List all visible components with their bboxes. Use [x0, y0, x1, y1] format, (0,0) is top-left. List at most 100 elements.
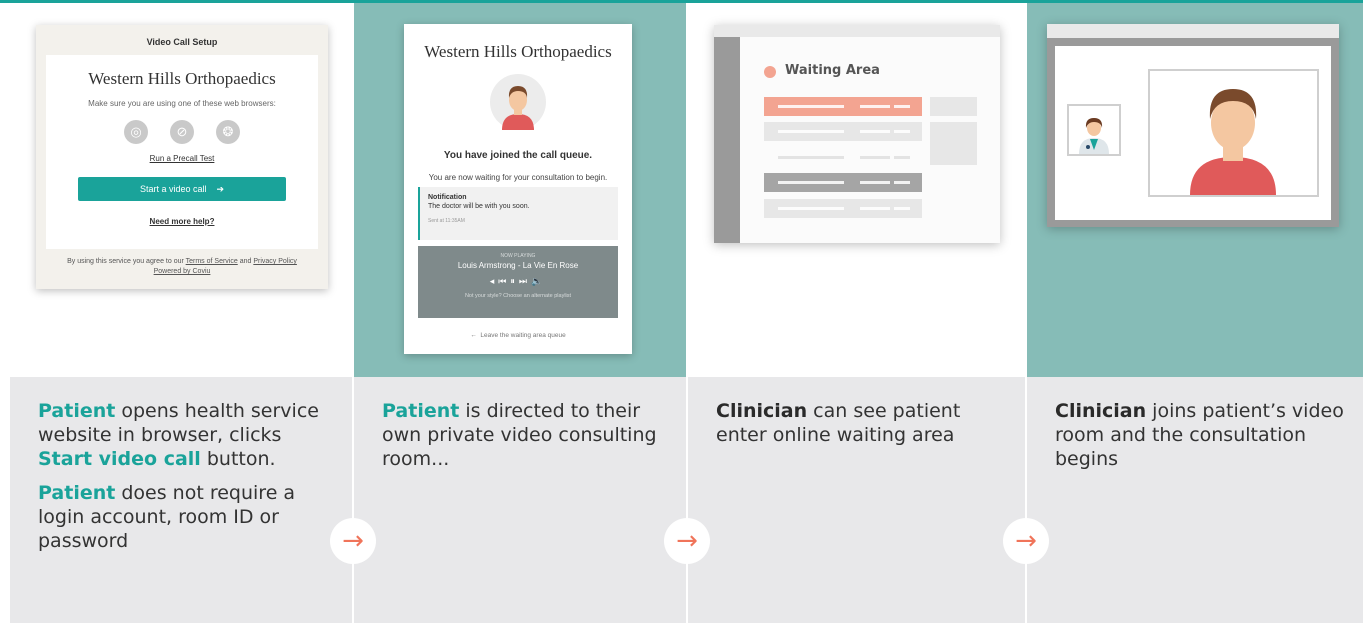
notification-time: Sent at 11:35AM [428, 218, 465, 224]
step-3-illustration: Waiting Area [688, 3, 1025, 377]
step-panel-2: Western Hills Orthopaedics You have join… [354, 3, 686, 623]
video-call-setup-card: Video Call Setup Western Hills Orthopaed… [36, 25, 328, 289]
row-line [894, 207, 910, 210]
row-line [860, 181, 890, 184]
step-4-caption-area: Clinician joins patient’s video room and… [1027, 377, 1363, 623]
safari-icon: ⊘ [170, 120, 194, 144]
skip-forward-icon[interactable]: ⏭ [519, 276, 531, 286]
side-panel-box [930, 122, 977, 165]
card-body: Western Hills Orthopaedics Make sure you… [46, 55, 318, 249]
browser-list: ◎ ⊘ ❂ [46, 120, 318, 144]
caption-keyword: Patient [38, 482, 116, 504]
caption-text: button. [200, 448, 276, 470]
leave-queue-link[interactable]: ← Leave the waiting area queue [404, 332, 632, 339]
clinic-name: Western Hills Orthopaedics [88, 69, 276, 88]
next-step-arrow-icon: → [330, 518, 376, 564]
patient-row[interactable] [764, 199, 922, 218]
skip-back-icon[interactable]: ⏮ [498, 276, 510, 286]
waiting-message: You are now waiting for your consultatio… [428, 173, 608, 182]
row-line [860, 105, 890, 108]
step-panel-1: Video Call Setup Western Hills Orthopaed… [10, 3, 352, 623]
caption-keyword: Start video call [38, 448, 201, 470]
patient-row[interactable] [764, 148, 922, 167]
row-line [778, 181, 844, 184]
music-player: NOW PLAYING Louis Armstrong - La Vie En … [418, 246, 618, 318]
chrome-icon: ◎ [124, 120, 148, 144]
prev-track-icon[interactable]: ◂ [490, 276, 499, 286]
row-line [894, 181, 910, 184]
joined-queue-title: You have joined the call queue. [443, 150, 593, 161]
patient-row[interactable] [764, 122, 922, 141]
step-4-illustration [1027, 3, 1363, 377]
patient-row-selected[interactable] [764, 173, 922, 192]
step-1-caption: Patient opens health service website in … [38, 399, 336, 563]
step-2-caption-area: Patient is directed to their own private… [354, 377, 686, 623]
browsers-instruction: Make sure you are using one of these web… [88, 99, 276, 108]
song-title: Louis Armstrong - La Vie En Rose [457, 261, 579, 270]
need-help-link[interactable]: Need more help? [46, 217, 318, 226]
start-video-call-button[interactable]: Start a video call ➔ [78, 177, 286, 201]
screen-sidebar [714, 37, 740, 243]
player-controls: ◂⏮⏸⏭🔈 [418, 276, 618, 287]
row-line [778, 105, 844, 108]
browser-bar [714, 25, 1000, 37]
caption-keyword: Clinician [1055, 400, 1147, 422]
row-line [860, 130, 890, 133]
step-1-illustration: Video Call Setup Western Hills Orthopaed… [10, 3, 352, 377]
start-video-call-label: Start a video call [139, 184, 207, 194]
patient-avatar-icon [502, 86, 534, 130]
now-playing-label: NOW PLAYING [500, 253, 536, 259]
row-line [894, 156, 910, 159]
patient-video-avatar-icon [1190, 89, 1276, 195]
privacy-link[interactable]: Privacy Policy [253, 258, 297, 265]
playlist-prompt[interactable]: Not your style? Choose an alternate play… [418, 293, 618, 299]
status-dot-icon [764, 66, 776, 78]
browser-bar [1047, 24, 1339, 38]
row-line [778, 156, 844, 159]
card-header: Video Call Setup [146, 37, 218, 47]
next-step-arrow-icon: → [1003, 518, 1049, 564]
row-line [894, 105, 910, 108]
pause-icon[interactable]: ⏸ [510, 276, 519, 286]
row-line [860, 207, 890, 210]
notification-title: Notification [428, 194, 467, 201]
leave-queue-label: Leave the waiting area queue [480, 332, 566, 339]
volume-icon[interactable]: 🔈 [531, 276, 546, 286]
side-panel-box [930, 97, 977, 116]
terms-link[interactable]: Terms of Service [186, 258, 238, 265]
next-step-arrow-icon: → [664, 518, 710, 564]
row-line [778, 130, 844, 133]
notification-box: Notification The doctor will be with you… [418, 187, 618, 240]
step-1-caption-area: Patient opens health service website in … [10, 377, 352, 623]
step-4-caption: Clinician joins patient’s video room and… [1055, 399, 1347, 481]
card-footer: By using this service you agree to our T… [36, 257, 328, 277]
arrow-left-icon: ← [470, 332, 477, 339]
step-2-caption: Patient is directed to their own private… [382, 399, 670, 481]
video-viewport [1055, 46, 1331, 220]
patient-main-video [1148, 69, 1319, 197]
step-panel-3: Waiting Area Clinician can see patient e… [688, 3, 1025, 623]
clinic-name: Western Hills Orthopaedics [424, 42, 612, 61]
patient-row-highlighted[interactable] [764, 97, 922, 116]
caption-keyword: Patient [38, 400, 116, 422]
step-3-caption-area: Clinician can see patient enter online w… [688, 377, 1025, 623]
row-line [894, 130, 910, 133]
arrow-right-icon: ➔ [216, 183, 225, 194]
doctor-avatar-icon [1079, 118, 1109, 154]
patient-avatar [490, 74, 546, 130]
waiting-area-screen: Waiting Area [714, 25, 1000, 243]
precall-test-link[interactable]: Run a Precall Test [46, 154, 318, 163]
waiting-queue-card: Western Hills Orthopaedics You have join… [404, 24, 632, 354]
video-call-screen [1047, 24, 1339, 227]
row-line [860, 156, 890, 159]
caption-keyword: Clinician [716, 400, 808, 422]
footer-prefix: By using this service you agree to our [67, 258, 186, 265]
waiting-area-title: Waiting Area [785, 63, 880, 78]
step-3-caption: Clinician can see patient enter online w… [716, 399, 1009, 457]
clinician-pip-video [1067, 104, 1121, 156]
firefox-icon: ❂ [216, 120, 240, 144]
caption-tail: s [1118, 448, 1128, 470]
step-panel-4: Clinician joins patient’s video room and… [1027, 3, 1363, 623]
powered-by-link[interactable]: Powered by Coviu [154, 268, 211, 275]
row-line [778, 207, 844, 210]
